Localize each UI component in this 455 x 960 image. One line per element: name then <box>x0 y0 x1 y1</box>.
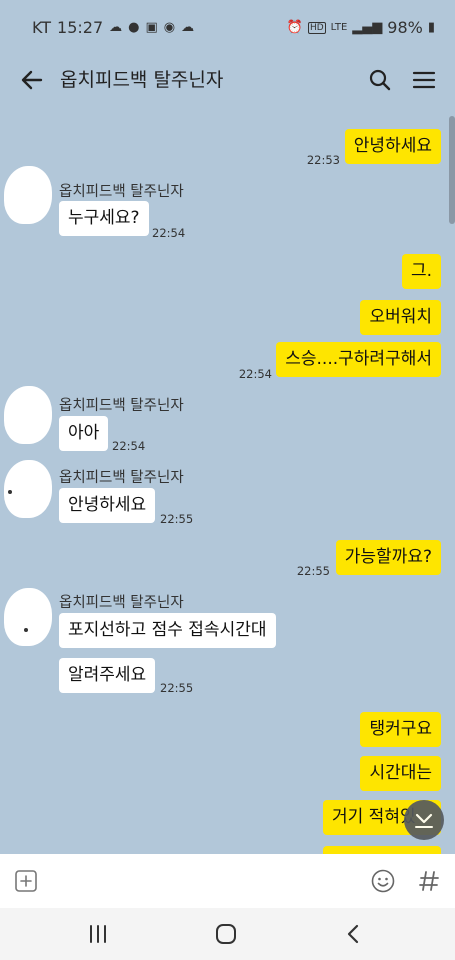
chat-area[interactable]: 22:53 안녕하세요 옵치피드백 탈주닌자 누구세요? 22:54 그. 오버… <box>0 108 455 854</box>
avatar[interactable] <box>4 166 52 224</box>
back-button[interactable] <box>14 62 50 98</box>
their-message-bubble[interactable]: 알려주세요 <box>59 658 156 693</box>
hash-icon <box>419 871 439 891</box>
sender-name: 옵치피드백 탈주닌자 <box>59 184 184 200</box>
avatar[interactable] <box>4 588 52 646</box>
my-message-bubble[interactable]: 탱커구요 <box>360 712 441 747</box>
clock-label: 15:27 <box>57 18 104 37</box>
cloud-icon: ☁ <box>181 20 195 35</box>
carrier-label: KT <box>32 18 52 37</box>
message-time: 22:55 <box>160 681 194 695</box>
sender-name: 옵치피드백 탈주닌자 <box>59 595 184 611</box>
image-icon: ▣ <box>145 20 158 35</box>
attach-button[interactable] <box>14 869 38 893</box>
message-time: 22:54 <box>112 439 146 453</box>
chat-header: 옵치피드백 탈주닌자 <box>0 52 455 108</box>
home-icon <box>216 924 236 944</box>
message-time: 22:54 <box>238 367 272 381</box>
message-time: 22:55 <box>160 512 194 526</box>
message-input-bar[interactable] <box>0 854 455 908</box>
battery-label: 98% <box>387 18 423 37</box>
avatar-detail <box>24 628 28 632</box>
recent-apps-button[interactable] <box>86 924 110 944</box>
hash-search-button[interactable] <box>416 866 442 896</box>
chat-title: 옵치피드백 탈주닌자 <box>60 69 224 91</box>
scroll-to-bottom-button[interactable] <box>404 800 444 840</box>
my-message-bubble[interactable]: 그. <box>401 254 441 289</box>
scrollbar[interactable] <box>449 116 455 224</box>
talk-icon: ◉ <box>163 20 176 35</box>
search-icon <box>369 69 391 91</box>
message-time: 22:55 <box>296 564 330 578</box>
my-message-bubble[interactable]: 시간대는 <box>360 756 441 791</box>
status-bar: KT 15:27 ☁ ● ▣ ◉ ☁ ⏰ HD LTE ▂▄▆ 98% ▮ <box>0 0 455 52</box>
sender-name: 옵치피드백 탈주닌자 <box>59 398 184 414</box>
hd-icon: HD <box>307 21 326 34</box>
signal-icon: ▂▄▆ <box>352 20 383 35</box>
their-message-bubble[interactable]: 누구세요? <box>59 201 149 236</box>
chevron-down-icon <box>415 813 433 828</box>
plus-icon <box>15 870 37 892</box>
emoticon-button[interactable] <box>370 868 396 894</box>
hamburger-menu-icon <box>412 71 436 89</box>
cloud-icon: ☁ <box>109 20 123 35</box>
search-button[interactable] <box>364 64 396 96</box>
system-back-button[interactable] <box>342 922 364 946</box>
message-time: 22:53 <box>306 153 340 167</box>
battery-icon: ▮ <box>427 20 435 35</box>
alarm-icon: ⏰ <box>286 20 303 35</box>
my-message-bubble[interactable] <box>323 846 441 854</box>
menu-button[interactable] <box>408 64 440 96</box>
their-message-bubble[interactable]: 안녕하세요 <box>59 488 156 523</box>
their-message-bubble[interactable]: 포지선하고 점수 접속시간대 <box>59 613 276 648</box>
their-message-bubble[interactable]: 아아 <box>59 416 109 451</box>
lte-icon: LTE <box>330 22 348 33</box>
my-message-bubble[interactable]: 안녕하세요 <box>344 129 441 164</box>
food-icon: ● <box>128 20 140 35</box>
back-arrow-icon <box>21 70 43 90</box>
avatar[interactable] <box>4 386 52 444</box>
recent-apps-icon <box>90 925 106 943</box>
my-message-bubble[interactable]: 오버워치 <box>360 300 441 335</box>
back-chevron-icon <box>347 924 359 944</box>
message-time: 22:54 <box>152 226 186 240</box>
avatar-detail <box>8 490 12 494</box>
my-message-bubble[interactable]: 스승....구하려구해서 <box>276 342 441 377</box>
smiley-icon <box>371 869 395 893</box>
sender-name: 옵치피드백 탈주닌자 <box>59 470 184 486</box>
my-message-bubble[interactable]: 가능할까요? <box>335 540 441 575</box>
system-navigation-bar <box>0 908 455 960</box>
avatar[interactable] <box>4 460 52 518</box>
home-button[interactable] <box>214 922 238 946</box>
